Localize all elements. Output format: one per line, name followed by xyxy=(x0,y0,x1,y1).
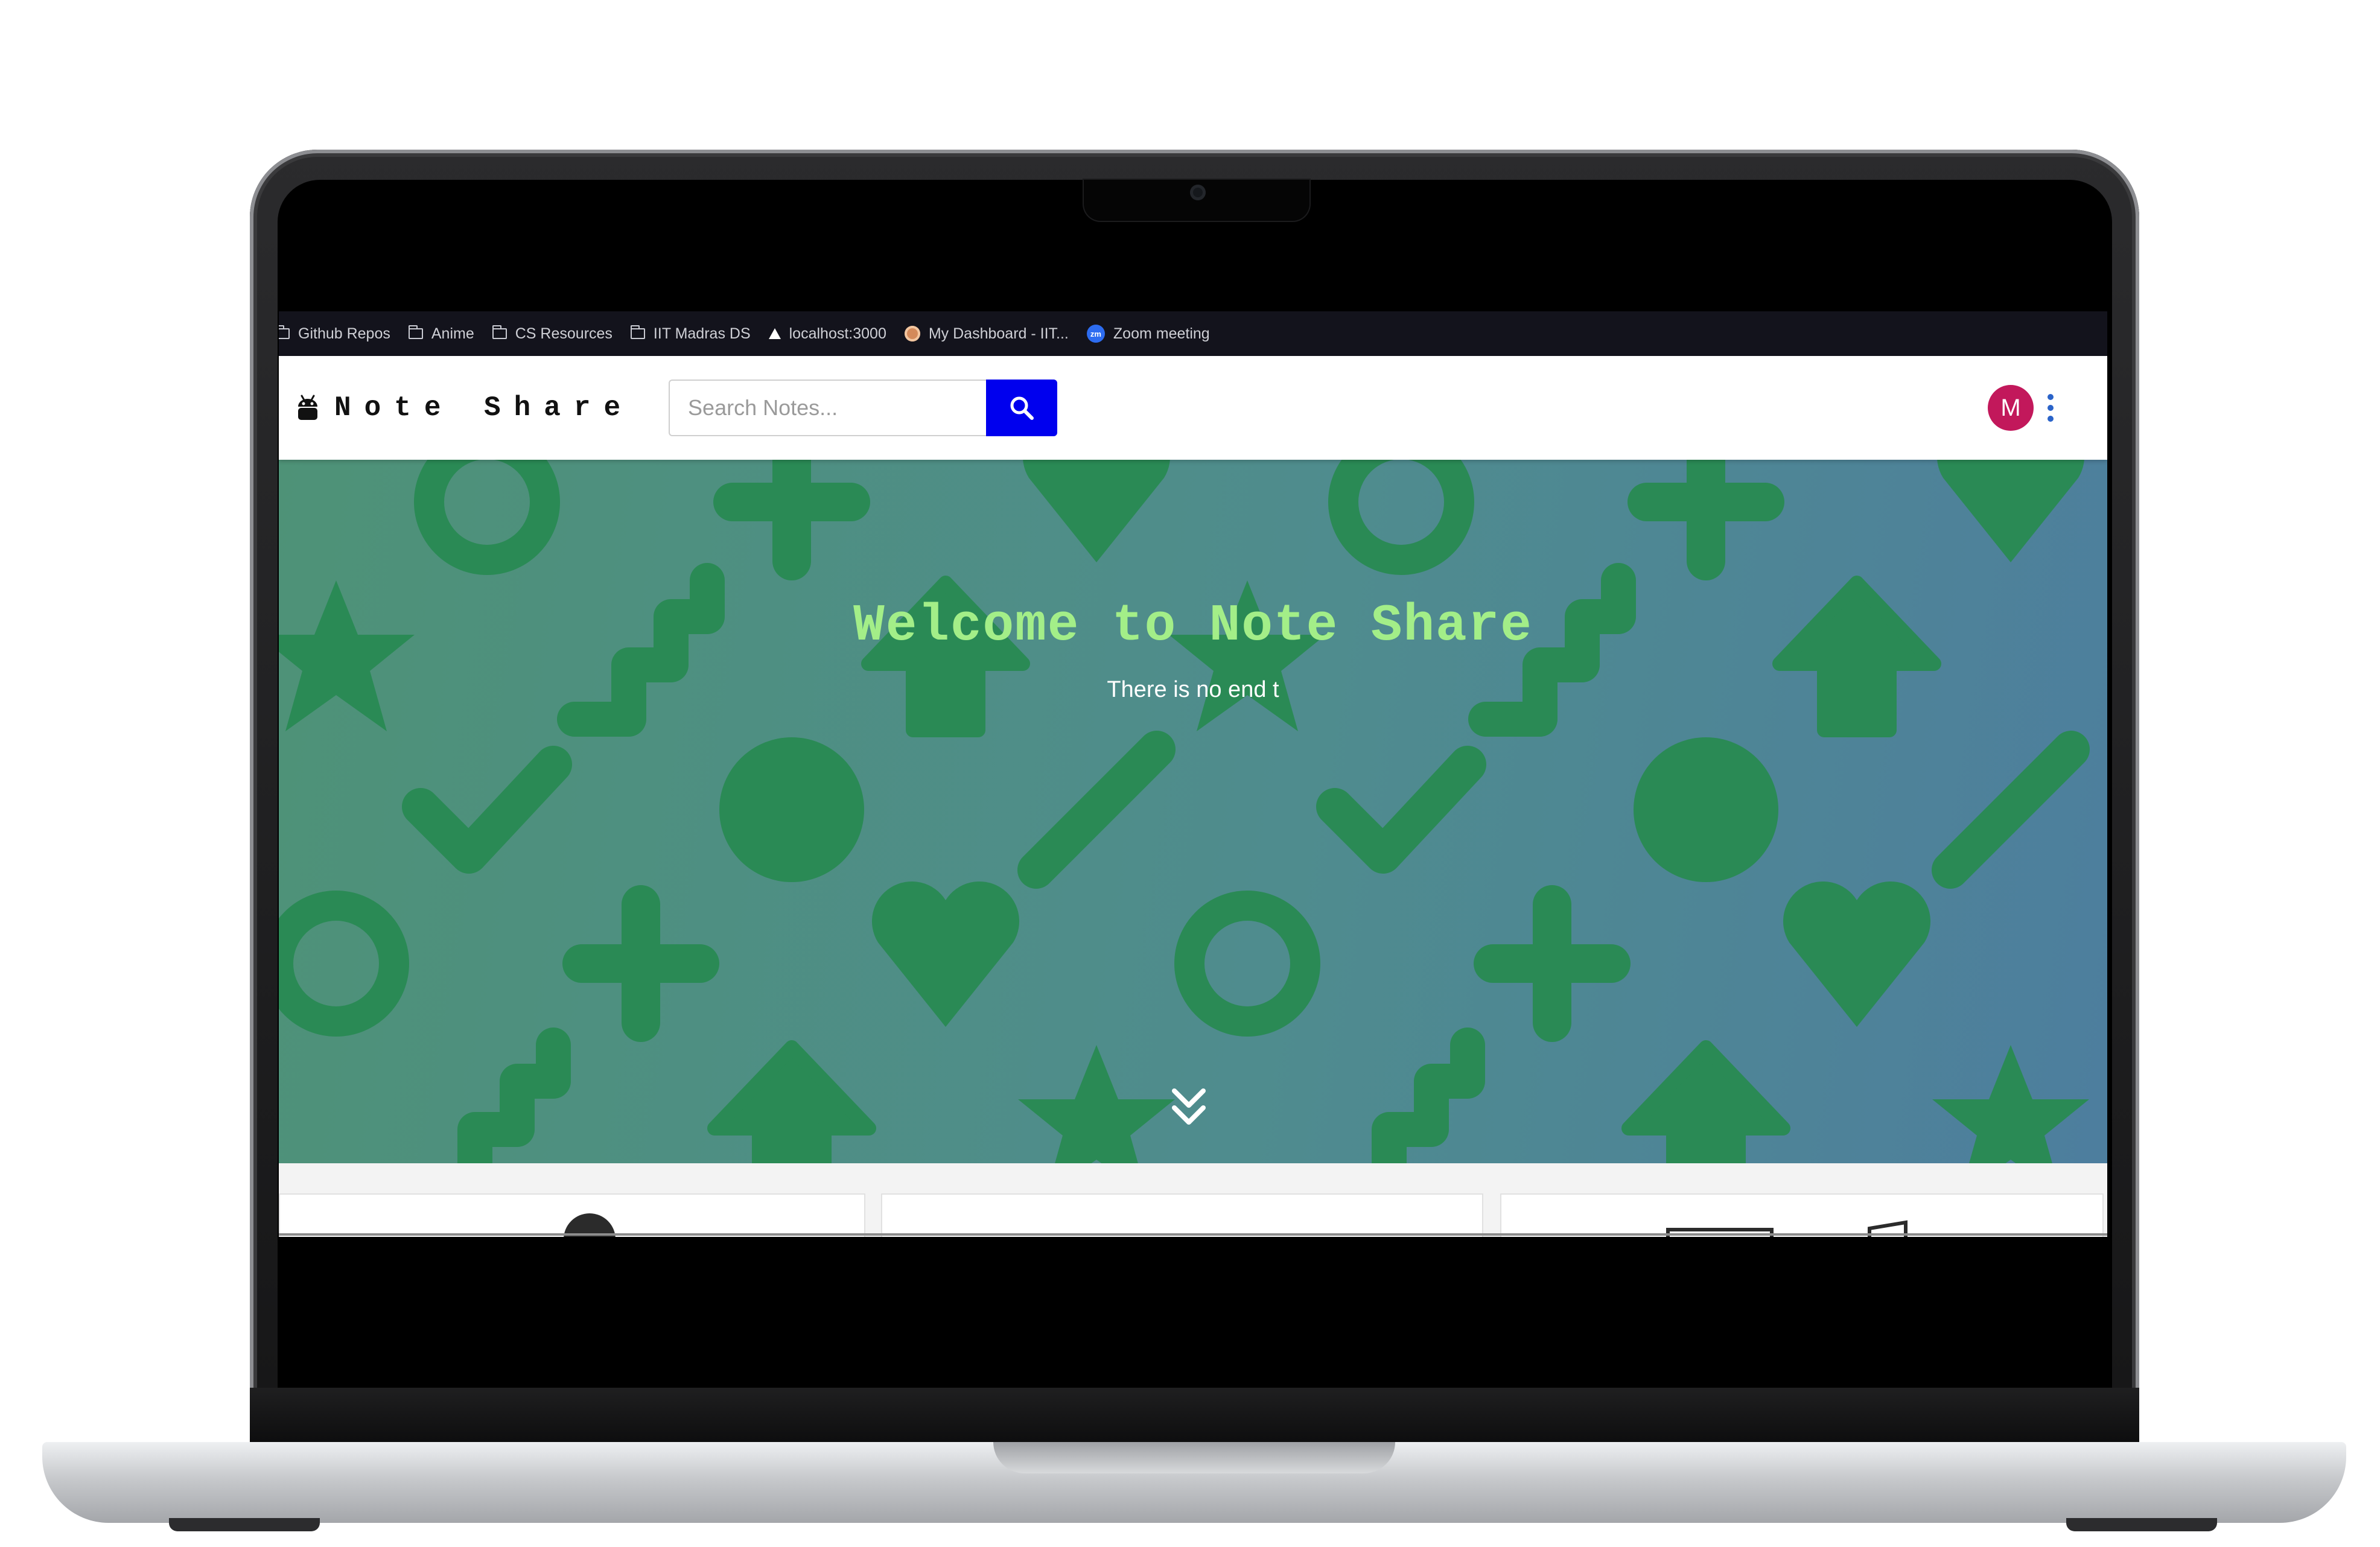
hero-title: Welcome to Note Share xyxy=(853,596,1533,655)
laptop-opening-lip xyxy=(993,1442,1395,1473)
bookmark-anime[interactable]: Anime xyxy=(408,325,474,343)
more-options-icon[interactable] xyxy=(2044,386,2057,430)
navbar: Note Share M xyxy=(279,356,2107,460)
bookmark-label: IIT Madras DS xyxy=(653,325,751,342)
bookmark-label: My Dashboard - IIT... xyxy=(928,325,1069,342)
camera-icon xyxy=(1190,185,1206,200)
folder-icon xyxy=(408,325,423,339)
bookmark-label: CS Resources xyxy=(515,325,612,342)
bookmark-my-dashboard[interactable]: My Dashboard - IIT... xyxy=(904,325,1069,343)
brand-link[interactable]: Note Share xyxy=(296,392,634,424)
search-input[interactable] xyxy=(669,380,987,436)
note-card[interactable] xyxy=(1500,1193,2104,1237)
note-card[interactable] xyxy=(279,1193,865,1237)
folder-icon xyxy=(492,325,507,339)
bookmarks-bar: Github Repos Anime CS Resources IIT Madr… xyxy=(279,311,2107,356)
bookmark-label: Zoom meeting xyxy=(1113,325,1210,342)
brand-name: Note Share xyxy=(334,392,634,424)
notes-cards-section xyxy=(279,1163,2107,1237)
card-illustration-icon xyxy=(1666,1220,1908,1237)
laptop-hinge xyxy=(250,1388,2139,1447)
bookmark-label: Github Repos xyxy=(298,325,390,342)
note-card[interactable] xyxy=(881,1193,1483,1237)
browser-screen: Github Repos Anime CS Resources IIT Madr… xyxy=(279,311,2107,1237)
zoom-icon: zm xyxy=(1086,325,1105,343)
triangle-icon xyxy=(768,328,781,339)
hero-subtitle: There is no end t xyxy=(1107,677,1279,702)
dashboard-favicon-icon xyxy=(904,326,920,341)
bookmark-github-repos[interactable]: Github Repos xyxy=(279,325,390,343)
bookmark-localhost[interactable]: localhost:3000 xyxy=(768,325,886,343)
bookmark-cs-resources[interactable]: CS Resources xyxy=(492,325,612,343)
bookmark-label: Anime xyxy=(431,325,474,342)
search-icon xyxy=(1010,396,1034,420)
background-shapes xyxy=(279,460,2107,1163)
folder-icon xyxy=(630,325,645,339)
card-divider xyxy=(279,1233,2107,1236)
hero-banner: Welcome to Note Share There is no end t xyxy=(279,460,2107,1163)
bookmark-zoom-meeting[interactable]: zm Zoom meeting xyxy=(1086,325,1210,343)
laptop-foot xyxy=(169,1518,320,1531)
android-logo-icon xyxy=(296,393,320,422)
folder-icon xyxy=(279,325,290,339)
double-chevron-down-icon[interactable] xyxy=(1171,1087,1207,1129)
laptop-foot xyxy=(2066,1518,2217,1531)
search-button[interactable] xyxy=(986,380,1058,436)
avatar[interactable]: M xyxy=(1988,385,2034,431)
card-illustration-icon xyxy=(564,1213,616,1237)
bookmark-label: localhost:3000 xyxy=(789,325,886,342)
search-form xyxy=(669,380,1058,436)
bookmark-iit-madras-ds[interactable]: IIT Madras DS xyxy=(630,325,751,343)
